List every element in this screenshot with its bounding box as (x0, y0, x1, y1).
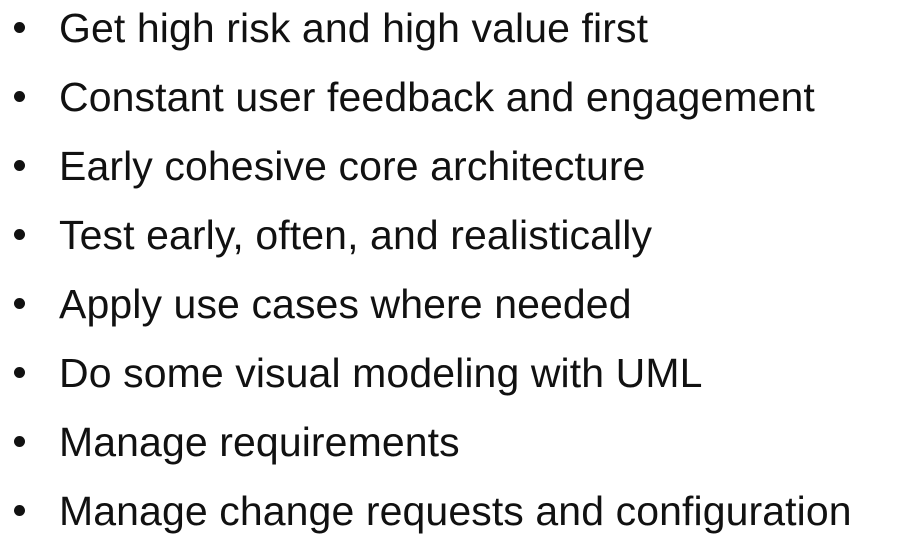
bullet-text: Get high risk and high value first (59, 5, 649, 51)
bullet-icon (14, 298, 25, 309)
bullet-item: Manage change requests and configuration (0, 483, 913, 543)
bullet-icon (14, 229, 25, 240)
bullet-icon (14, 505, 25, 516)
bullet-text: Constant user feedback and engagement (59, 74, 815, 120)
bullet-icon (14, 22, 25, 33)
bullet-item: Do some visual modeling with UML (0, 345, 913, 405)
bullet-item: Test early, often, and realistically (0, 207, 913, 267)
bullet-text: Do some visual modeling with UML (59, 350, 703, 396)
slide: Get high risk and high value first Const… (0, 0, 913, 549)
bullet-item: Early cohesive core architecture (0, 138, 913, 198)
bullet-item: Manage requirements (0, 414, 913, 474)
bullet-text: Test early, often, and realistically (59, 212, 653, 258)
bullet-icon (14, 436, 25, 447)
bullet-item: Apply use cases where needed (0, 276, 913, 336)
bullet-icon (14, 91, 25, 102)
bullet-item: Get high risk and high value first (0, 0, 913, 60)
bullet-item: Constant user feedback and engagement (0, 69, 913, 129)
bullet-icon (14, 367, 25, 378)
bullet-text: Manage change requests and configuration (59, 488, 852, 534)
bullet-text: Early cohesive core architecture (59, 143, 646, 189)
bullet-text: Manage requirements (59, 419, 460, 465)
bullet-icon (14, 160, 25, 171)
bullet-text: Apply use cases where needed (59, 281, 632, 327)
